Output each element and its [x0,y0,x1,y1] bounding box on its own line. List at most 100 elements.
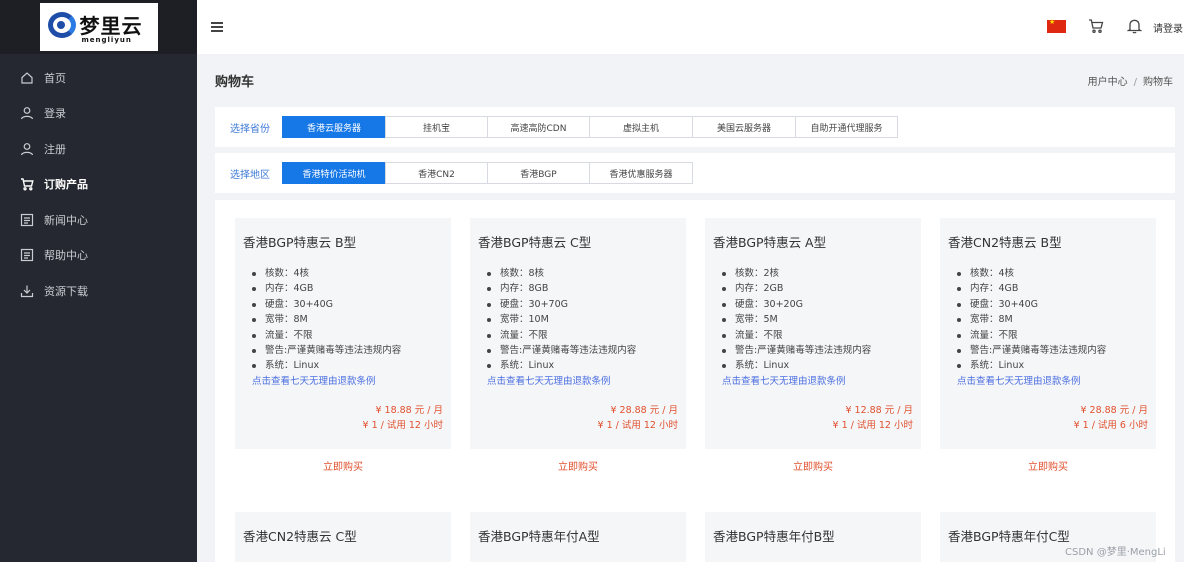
product-title: 香港BGP特惠云 A型 [713,235,827,250]
buy-now-button[interactable]: 立即购买 [705,449,921,481]
breadcrumb-item-cart: 购物车 [1143,77,1173,88]
spec-item: 系统：Linux [957,358,1148,373]
spec-item: 硬盘：30+40G [957,297,1148,312]
spec-item: 流量：不限 [722,328,913,343]
logo-area: 梦里云 mengliyun [0,0,197,54]
spec-item: 系统：Linux [487,358,678,373]
region-filter: 选择地区 香港特价活动机 香港CN2 香港BGP 香港优惠服务器 [215,153,1175,193]
spec-item: 内存：4GB [957,281,1148,296]
monthly-price: ¥ 28.88 元 / 月 [1080,404,1148,416]
spec-item: 核数：8核 [487,266,678,281]
filter-label: 选择省份 [230,123,270,135]
product-card: 香港BGP特惠年付A型 [470,512,686,562]
sidebar-item-label: 订购产品 [44,178,88,192]
spec-item: 宽带：8M [252,312,443,327]
product-grid: 香港BGP特惠云 B型 核数：4核 内存：4GB 硬盘：30+40G 宽带：8M… [215,200,1175,562]
sidebar-item-register[interactable]: 注册 [0,131,197,167]
tab-cdn[interactable]: 高速高防CDN [487,116,590,138]
china-flag-icon[interactable] [1047,18,1066,33]
user-icon [20,106,34,120]
sidebar-item-label: 首页 [44,71,66,85]
product-card: 香港BGP特惠年付B型 [705,512,921,562]
tab-hk-discount[interactable]: 香港优惠服务器 [589,162,693,184]
trial-price: ¥ 1 / 试用 12 小时 [832,420,913,432]
product-card: 香港BGP特惠云 C型 核数：8核 内存：8GB 硬盘：30+70G 宽带：10… [470,218,686,481]
sidebar-item-label: 帮助中心 [44,249,88,263]
product-title: 香港BGP特惠年付A型 [478,529,600,544]
tab-virtual-host[interactable]: 虚拟主机 [589,116,693,138]
price-block: ¥ 18.88 元 / 月 ¥ 1 / 试用 12 小时 [243,403,443,434]
sidebar-item-news[interactable]: 新闻中心 [0,202,197,238]
refund-policy-link[interactable]: 点击查看七天无理由退款条例 [478,374,678,389]
site-logo[interactable]: 梦里云 mengliyun [39,3,158,51]
product-title: 香港CN2特惠云 B型 [948,235,1062,250]
menu-toggle-icon[interactable] [211,22,223,32]
filter-label: 选择地区 [230,169,270,181]
spec-item: 硬盘：30+40G [252,297,443,312]
trial-price: ¥ 1 / 试用 6 小时 [1073,420,1148,432]
sidebar-item-login[interactable]: 登录 [0,96,197,132]
spec-item: 警告:严谨黄赌毒等违法违规内容 [252,343,443,358]
sidebar-item-help[interactable]: 帮助中心 [0,238,197,274]
spec-list: 核数：2核 内存：2GB 硬盘：30+20G 宽带：5M 流量：不限 警告:严谨… [713,266,913,374]
spec-item: 硬盘：30+20G [722,297,913,312]
spec-item: 内存：8GB [487,281,678,296]
sidebar-item-downloads[interactable]: 资源下载 [0,273,197,309]
sidebar-item-label: 新闻中心 [44,213,88,227]
spec-item: 核数：4核 [252,266,443,281]
refund-policy-link[interactable]: 点击查看七天无理由退款条例 [713,374,913,389]
product-title: 香港BGP特惠年付B型 [713,529,835,544]
buy-now-button[interactable]: 立即购买 [235,449,451,481]
sidebar-item-order-products[interactable]: 订购产品 [0,167,197,203]
tab-hk-cn2[interactable]: 香港CN2 [385,162,488,184]
price-block: ¥ 28.88 元 / 月 ¥ 1 / 试用 12 小时 [478,403,678,434]
spec-list: 核数：8核 内存：8GB 硬盘：30+70G 宽带：10M 流量：不限 警告:严… [478,266,678,374]
sidebar-item-home[interactable]: 首页 [0,60,197,96]
spec-item: 内存：2GB [722,281,913,296]
spec-item: 硬盘：30+70G [487,297,678,312]
tab-proxy-service[interactable]: 自助开通代理服务 [795,116,898,138]
province-tabs: 香港云服务器 挂机宝 高速高防CDN 虚拟主机 美国云服务器 自助开通代理服务 [282,116,898,138]
spec-item: 流量：不限 [487,328,678,343]
spec-item: 系统：Linux [252,358,443,373]
sidebar-nav: 首页 登录 注册 订购产品 新闻中心 帮助中心 资源下载 [0,60,197,309]
product-card: 香港BGP特惠云 A型 核数：2核 内存：2GB 硬盘：30+20G 宽带：5M… [705,218,921,481]
spec-item: 核数：2核 [722,266,913,281]
tab-hk-bgp[interactable]: 香港BGP [487,162,590,184]
login-link[interactable]: 请登录 [1153,20,1183,35]
spec-item: 流量：不限 [252,328,443,343]
spec-item: 警告:严谨黄赌毒等违法违规内容 [957,343,1148,358]
top-bar: 请登录 [197,0,1184,54]
spec-item: 流量：不限 [957,328,1148,343]
spec-item: 宽带：5M [722,312,913,327]
spec-item: 警告:严谨黄赌毒等违法违规内容 [722,343,913,358]
price-block: ¥ 28.88 元 / 月 ¥ 1 / 试用 6 小时 [948,403,1148,434]
cart-icon[interactable] [1088,18,1104,34]
region-tabs: 香港特价活动机 香港CN2 香港BGP 香港优惠服务器 [282,162,693,184]
tab-hk-special[interactable]: 香港特价活动机 [282,162,386,184]
product-card: 香港CN2特惠云 C型 [235,512,451,562]
trial-price: ¥ 1 / 试用 12 小时 [597,420,678,432]
breadcrumb: 用户中心 / 购物车 [1087,77,1173,88]
breadcrumb-item-user-center[interactable]: 用户中心 [1088,77,1128,88]
buy-now-button[interactable]: 立即购买 [940,449,1156,481]
buy-now-button[interactable]: 立即购买 [470,449,686,481]
tab-hk-cloud-server[interactable]: 香港云服务器 [282,116,386,138]
tab-guajibao[interactable]: 挂机宝 [385,116,488,138]
bell-icon[interactable] [1126,18,1143,34]
news-icon [20,213,34,227]
refund-policy-link[interactable]: 点击查看七天无理由退款条例 [243,374,443,389]
logo-subtext: mengliyun [81,36,132,44]
spec-list: 核数：4核 内存：4GB 硬盘：30+40G 宽带：8M 流量：不限 警告:严谨… [243,266,443,374]
home-icon [20,71,34,85]
monthly-price: ¥ 12.88 元 / 月 [845,404,913,416]
product-title: 香港CN2特惠云 C型 [243,529,357,544]
download-icon [20,284,34,298]
cart-icon [20,177,34,191]
product-title: 香港BGP特惠云 B型 [243,235,357,250]
product-title: 香港BGP特惠云 C型 [478,235,592,250]
tab-us-cloud-server[interactable]: 美国云服务器 [692,116,796,138]
refund-policy-link[interactable]: 点击查看七天无理由退款条例 [948,374,1148,389]
sidebar-item-label: 注册 [44,142,66,156]
logo-mark-icon [47,11,76,38]
